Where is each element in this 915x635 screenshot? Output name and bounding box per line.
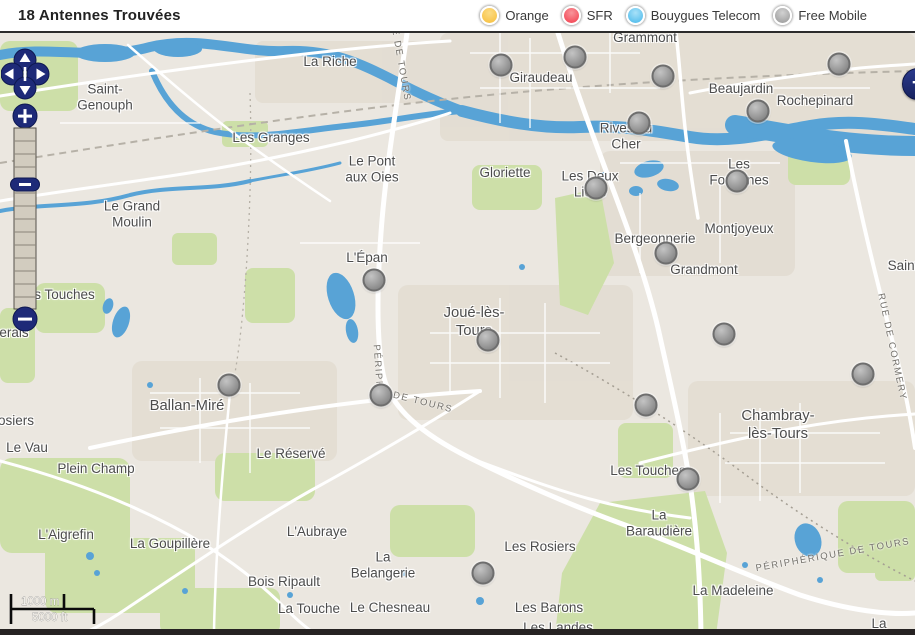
place-label: Montjoyeux [704, 220, 774, 236]
minus-icon [19, 183, 31, 186]
pan-control [1, 48, 50, 100]
place-label: Bergeonnerie [614, 230, 696, 246]
place-label: Les Granges [232, 129, 310, 145]
place-label: Beaujardin [708, 80, 774, 96]
antenna-marker[interactable] [471, 561, 495, 585]
place-label: Chambray- lès-Tours [741, 407, 815, 442]
legend-label-free-mobile: Free Mobile [798, 8, 867, 23]
place-label: Grammont [613, 33, 677, 45]
antenna-marker[interactable] [746, 99, 770, 123]
bouygues-telecom-marker-icon [625, 6, 645, 25]
free-mobile-marker-icon [773, 6, 793, 25]
place-label: Saint [887, 257, 915, 273]
antenna-marker[interactable] [827, 52, 851, 76]
antenna-marker[interactable] [362, 268, 386, 292]
map-canvas[interactable]: E DE TOURS PÉRIPHÉ UE DE TOURS RUE DE CORME… [0, 33, 915, 635]
place-label: Ballan-Miré [149, 397, 225, 414]
antenna-marker[interactable] [584, 176, 608, 200]
results-count: 18 Antennes Trouvées [18, 7, 181, 24]
legend-item-free-mobile[interactable]: Free Mobile [773, 6, 867, 25]
place-label: Le Pont aux Oies [345, 153, 399, 185]
place-label: Le Réservé [256, 445, 326, 461]
antenna-marker[interactable] [627, 111, 651, 135]
plus-icon [23, 109, 27, 124]
pan-center-bar [23, 67, 27, 81]
antenna-marker[interactable] [851, 362, 875, 386]
antenna-marker[interactable] [563, 45, 587, 69]
antenna-marker[interactable] [725, 169, 749, 193]
antenna-marker[interactable] [369, 383, 393, 407]
legend-item-sfr[interactable]: SFR [561, 6, 613, 25]
legend-label-orange: Orange [505, 8, 549, 23]
place-label: La Goupillère [129, 535, 211, 551]
orange-marker-icon [480, 6, 500, 25]
legend: Orange SFR Bouygues Telecom Free Mobile [480, 6, 867, 25]
place-label: L'Épan [346, 249, 388, 265]
place-label: La Belangerie [350, 549, 416, 581]
antenna-marker[interactable] [489, 53, 513, 77]
place-label: Les Barons [514, 599, 584, 615]
place-label: La Madeleine [692, 582, 774, 598]
antenna-marker[interactable] [712, 322, 736, 346]
place-label: Plein Champ [57, 460, 135, 476]
place-label: Saint- Genouph [77, 81, 133, 113]
place-label: Les Touches [610, 462, 686, 478]
place-label: L'Aubraye [286, 523, 348, 539]
place-label: Le Chesneau [349, 599, 431, 615]
place-label: Bois Ripault [247, 573, 321, 589]
place-label: Gloriette [479, 164, 531, 180]
antenna-marker[interactable] [217, 373, 241, 397]
place-label: La Riche [303, 53, 357, 69]
antenna-marker[interactable] [654, 241, 678, 265]
place-label: osiers [0, 412, 35, 428]
place-label: L'Aigrefin [38, 526, 94, 542]
place-label: La Baraudière [625, 507, 693, 539]
legend-label-bouygues-telecom: Bouygues Telecom [650, 8, 761, 23]
antenna-marker[interactable] [476, 328, 500, 352]
legend-item-bouygues-telecom[interactable]: Bouygues Telecom [625, 6, 761, 25]
legend-item-orange[interactable]: Orange [480, 6, 549, 25]
antenna-marker[interactable] [634, 393, 658, 417]
antenna-marker[interactable] [676, 467, 700, 491]
place-labels-layer: Grammont La Riche Giraudeau Beaujardin Roche… [0, 33, 915, 635]
footer-edge [0, 629, 915, 635]
place-label: Giraudeau [509, 69, 573, 85]
legend-label-sfr: SFR [586, 8, 613, 23]
antenna-marker[interactable] [651, 64, 675, 88]
minus-icon [18, 317, 32, 321]
zoom-bar [10, 103, 40, 332]
place-label: Le Vau [6, 439, 48, 455]
place-label: Les Rosiers [504, 538, 576, 554]
place-label: Rochepinard [776, 92, 854, 108]
pan-zoom-control [1, 48, 50, 332]
sfr-marker-icon [561, 6, 581, 25]
header-bar: 18 Antennes Trouvées Orange SFR Bouygues T… [0, 0, 915, 33]
place-label: Le Grand Moulin [103, 198, 161, 230]
place-label: Grandmont [670, 261, 738, 277]
place-label: La Touche [277, 600, 341, 616]
